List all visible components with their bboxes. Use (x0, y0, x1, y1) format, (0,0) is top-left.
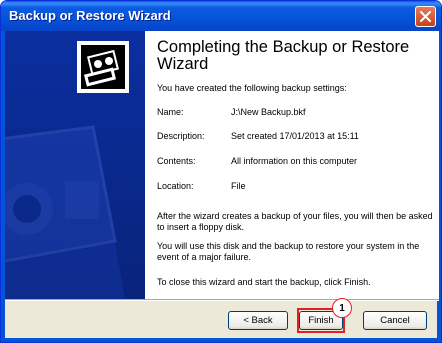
backup-tape-icon (77, 41, 129, 93)
window-frame-bottom (1, 338, 441, 342)
wizard-window: Backup or Restore Wizard Completing the … (0, 0, 442, 343)
title-bar[interactable]: Backup or Restore Wizard (1, 1, 441, 31)
wizard-sidebar-banner (5, 31, 145, 299)
setting-label: Contents: (157, 156, 196, 166)
window-title: Backup or Restore Wizard (9, 8, 171, 23)
page-heading: Completing the Backup or Restore Wizard (157, 38, 410, 73)
setting-value: All information on this computer (231, 156, 358, 166)
setting-value: File (231, 181, 246, 191)
cancel-button[interactable]: Cancel (363, 311, 427, 330)
info-paragraph-finish: To close this wizard and start the backu… (157, 277, 371, 287)
intro-text: You have created the following backup se… (157, 83, 347, 93)
back-button[interactable]: < Back (228, 311, 288, 330)
step-callout-badge: 1 (332, 298, 352, 318)
close-button[interactable] (415, 6, 436, 27)
setting-label: Name: (157, 107, 184, 117)
setting-value: Set created 17/01/2013 at 15:11 (231, 131, 359, 141)
close-icon (420, 11, 431, 22)
setting-label: Location: (157, 181, 194, 191)
info-paragraph-floppy: After the wizard creates a backup of you… (157, 211, 433, 232)
sidebar-artwork (5, 31, 145, 299)
setting-value: J:\New Backup.bkf (231, 107, 306, 117)
wizard-content-panel: Completing the Backup or Restore Wizard … (145, 31, 439, 299)
button-divider (5, 299, 439, 301)
setting-label: Description: (157, 131, 205, 141)
info-paragraph-restore: You will use this disk and the backup to… (157, 241, 420, 262)
